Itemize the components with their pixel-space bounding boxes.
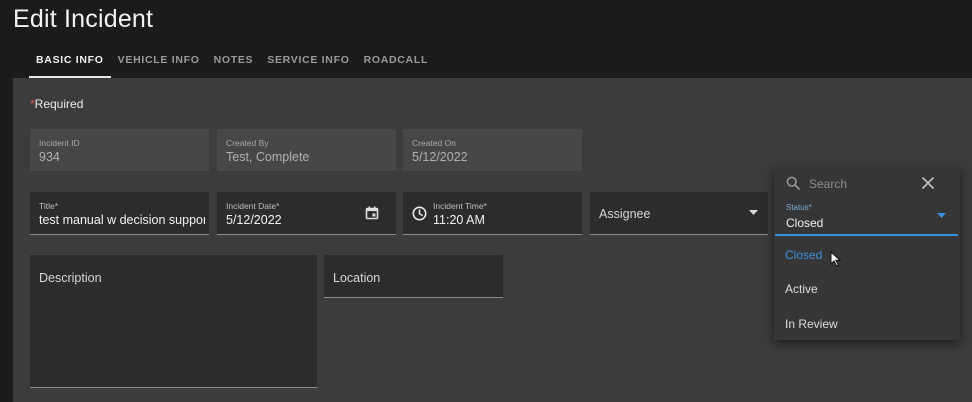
created-on-label: Created On [412, 138, 456, 148]
incident-date-value: 5/12/2022 [226, 213, 282, 227]
tab-basic-info[interactable]: BASIC INFO [29, 53, 111, 78]
assignee-placeholder: Assignee [599, 207, 651, 221]
status-search-placeholder: Search [809, 177, 848, 191]
location-placeholder: Location [333, 271, 381, 285]
required-note: *Required [30, 97, 83, 111]
incident-id-field: Incident ID 934 [30, 129, 209, 171]
incident-date-input[interactable]: Incident Date* 5/12/2022 [217, 192, 396, 235]
close-icon[interactable] [922, 177, 934, 189]
title-label: Title* [39, 201, 59, 211]
incident-id-label: Incident ID [39, 138, 80, 148]
clock-icon [412, 206, 427, 221]
location-input[interactable]: Location [324, 255, 503, 298]
title-input[interactable]: Title* test manual w decision suppor [30, 192, 209, 235]
required-text: Required [34, 97, 84, 111]
incident-time-input[interactable]: Incident Time* 11:20 AM [403, 192, 582, 235]
tab-notes[interactable]: NOTES [207, 53, 261, 78]
tab-service-info[interactable]: SERVICE INFO [260, 53, 356, 78]
tab-vehicle-info[interactable]: VEHICLE INFO [111, 53, 207, 78]
status-select[interactable]: Status* Closed [775, 200, 958, 236]
created-on-value: 5/12/2022 [412, 150, 468, 164]
status-value: Closed [786, 216, 824, 230]
status-option-active[interactable]: Active [785, 282, 818, 296]
status-search[interactable]: Search [774, 168, 960, 198]
status-option-closed[interactable]: Closed [785, 248, 822, 262]
incident-time-label: Incident Time* [433, 201, 487, 211]
title-value: test manual w decision suppor [39, 213, 205, 227]
assignee-select[interactable]: Assignee [590, 192, 768, 235]
incident-date-label: Incident Date* [226, 201, 280, 211]
status-dropdown-menu: Search Status* Closed Closed Active In R… [774, 168, 960, 340]
calendar-icon[interactable] [365, 206, 379, 220]
cursor-pointer-icon [830, 251, 841, 267]
tab-bar: BASIC INFO VEHICLE INFO NOTES SERVICE IN… [29, 53, 435, 78]
page-title: Edit Incident [13, 5, 154, 33]
created-by-label: Created By [226, 138, 269, 148]
status-option-in-review[interactable]: In Review [785, 317, 838, 331]
chevron-down-icon [937, 213, 946, 219]
created-by-field: Created By Test, Complete [217, 129, 396, 171]
created-by-value: Test, Complete [226, 150, 310, 164]
tab-roadcall[interactable]: ROADCALL [357, 53, 436, 78]
description-placeholder: Description [39, 271, 102, 285]
description-textarea[interactable]: Description [30, 255, 317, 388]
chevron-down-icon [749, 210, 758, 216]
created-on-field: Created On 5/12/2022 [403, 129, 582, 171]
incident-time-value: 11:20 AM [433, 213, 485, 227]
status-label: Status* [786, 203, 812, 212]
incident-id-value: 934 [39, 150, 60, 164]
search-icon [786, 176, 800, 190]
